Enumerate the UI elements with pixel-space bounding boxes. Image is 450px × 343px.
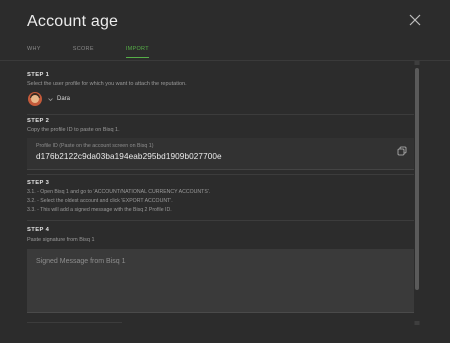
close-icon[interactable] <box>407 12 423 28</box>
step3-line: 3.3. - This will add a signed message wi… <box>27 207 172 213</box>
step3-line: 3.2. - Select the oldest account and cli… <box>27 198 173 204</box>
profile-id-field[interactable]: Profile ID (Paste on the account screen … <box>27 138 414 170</box>
divider <box>27 220 414 221</box>
profile-id-field-label: Profile ID (Paste on the account screen … <box>36 143 154 149</box>
tab-why[interactable]: WHY <box>27 44 41 58</box>
step2-description: Copy the profile ID to paste on Bisq 1. <box>27 127 120 133</box>
account-age-dialog: Account age WHY SCORE IMPORT STEP 1 Sele… <box>0 0 450 343</box>
step3-line: 3.1. - Open Bisq 1 and go to 'ACCOUNT/NA… <box>27 189 211 195</box>
import-content: STEP 1 Select the user profile for which… <box>27 62 414 324</box>
scrollbar[interactable] <box>414 61 420 325</box>
divider <box>27 174 414 175</box>
signed-message-placeholder: Signed Message from Bisq 1 <box>36 258 126 265</box>
copy-icon[interactable] <box>397 146 407 156</box>
chevron-down-icon[interactable] <box>48 97 53 102</box>
step4-label: STEP 4 <box>27 227 50 233</box>
bottom-divider <box>27 322 122 323</box>
tab-score[interactable]: SCORE <box>73 44 94 58</box>
scroll-up-icon[interactable] <box>414 61 420 65</box>
step4-description: Paste signature from Bisq 1 <box>27 237 95 243</box>
profile-name[interactable]: Dara <box>57 96 70 102</box>
divider <box>27 114 414 115</box>
profile-id-value[interactable]: d176b2122c9da03ba194eab295bd1909b027700e <box>36 152 222 161</box>
step3-label: STEP 3 <box>27 180 50 186</box>
tab-import[interactable]: IMPORT <box>125 44 149 58</box>
tabs-divider <box>0 60 450 61</box>
step2-label: STEP 2 <box>27 118 50 124</box>
step1-label: STEP 1 <box>27 72 50 78</box>
tab-bar: WHY SCORE IMPORT <box>27 44 181 60</box>
dialog-title: Account age <box>27 13 119 30</box>
signed-message-input[interactable]: Signed Message from Bisq 1 <box>27 249 414 313</box>
scrollbar-thumb[interactable] <box>415 68 419 290</box>
step1-description: Select the user profile for which you wa… <box>27 81 187 87</box>
avatar[interactable] <box>28 92 42 106</box>
resize-grip-icon[interactable] <box>414 321 420 325</box>
